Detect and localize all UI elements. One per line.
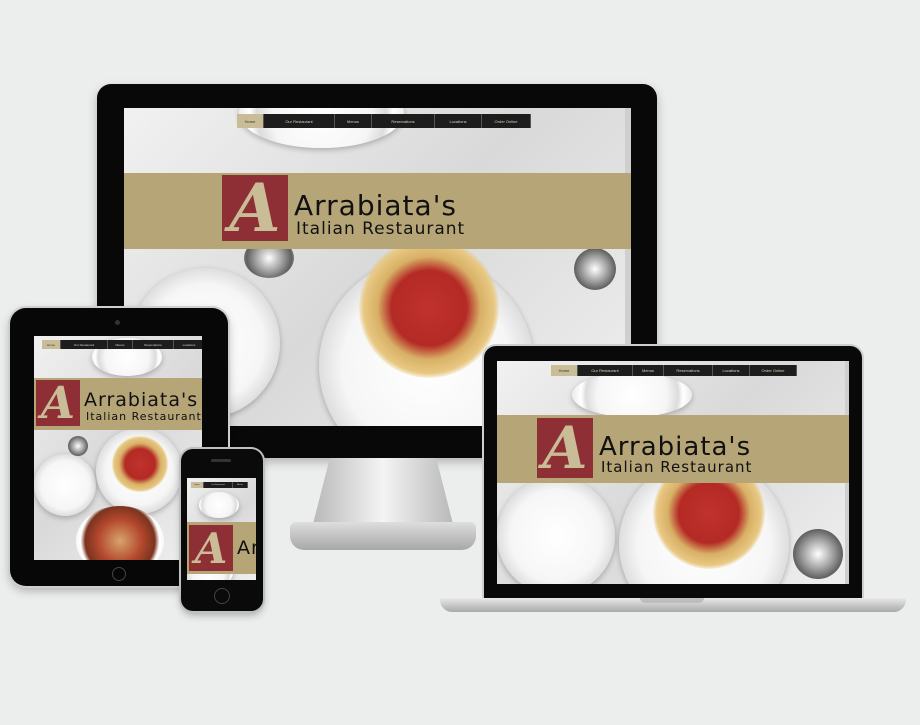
nav-item-our-restaurant[interactable]: Our Restaurant xyxy=(578,365,633,376)
nav-item-reservations[interactable]: Reservations xyxy=(133,340,174,349)
pasta-image xyxy=(112,436,168,492)
tablet-nav: Home Our Restaurant Menus Reservations L… xyxy=(42,340,202,349)
site-subtitle: Italian Restaurant xyxy=(86,410,202,423)
nav-item-order-online[interactable]: Order Online xyxy=(750,365,797,376)
nav-item-menus[interactable]: Menus xyxy=(335,114,372,128)
header-band: A Arrabiata's Italian Restaurant xyxy=(497,414,849,483)
header-band: A Arrabiata's xyxy=(187,522,256,574)
nav-item-locations[interactable]: Locations xyxy=(174,340,202,349)
site-title: Arrabiata's xyxy=(599,432,752,462)
nav-item-reservations[interactable]: Reservations xyxy=(664,365,713,376)
laptop-notch xyxy=(640,598,704,603)
nav-item-our-restaurant[interactable]: Our Restaurant xyxy=(61,340,108,349)
desktop-monitor-neck xyxy=(313,458,453,524)
header-band: A Arrabiata's Italian Restaurant xyxy=(124,169,631,249)
plate-image xyxy=(572,373,692,417)
laptop-screen: Home Our Restaurant Menus Reservations L… xyxy=(497,361,849,584)
spice-shaker-image xyxy=(793,529,843,579)
phone-home-button[interactable] xyxy=(214,588,230,604)
salt-shaker-image xyxy=(68,436,88,456)
nav-item-home[interactable]: Home xyxy=(42,340,61,349)
site-subtitle: Italian Restaurant xyxy=(296,219,466,239)
plate-image xyxy=(199,492,239,518)
site-subtitle: Italian Restaurant xyxy=(601,458,753,476)
site-title: Arrabiata's xyxy=(294,189,457,222)
logo-mark: A xyxy=(537,414,593,482)
logo-mark: A xyxy=(36,378,80,429)
nav-item-menus[interactable]: Menus xyxy=(633,365,664,376)
desktop-monitor-base xyxy=(290,522,476,550)
nav-item-our-restaurant[interactable]: Our Restaurant xyxy=(204,482,233,488)
phone-speaker xyxy=(211,459,231,462)
site-title: Arrabiata's xyxy=(84,389,199,411)
nav-item-locations[interactable]: Locations xyxy=(435,114,482,128)
nav-item-locations[interactable]: Locations xyxy=(713,365,750,376)
logo-mark: A xyxy=(189,524,233,573)
laptop-nav: Home Our Restaurant Menus Reservations L… xyxy=(551,365,797,376)
phone-screen: Home Our Restaurant Menus A Arrabiata's xyxy=(187,478,256,580)
header-band: A Arrabiata's Italian Restaurant xyxy=(34,378,202,430)
nav-item-order-online[interactable]: Order Online xyxy=(482,114,531,128)
nav-item-home[interactable]: Home xyxy=(191,482,204,488)
tablet-screen: Home Our Restaurant Menus Reservations L… xyxy=(34,336,202,560)
tablet-camera xyxy=(115,320,120,325)
nav-item-home[interactable]: Home xyxy=(237,114,264,128)
plate-image xyxy=(34,454,96,516)
main-nav: Home Our Restaurant Menus Reservations L… xyxy=(237,114,531,128)
salt-shaker-image xyxy=(574,248,616,290)
nav-item-home[interactable]: Home xyxy=(551,365,578,376)
nav-item-menus[interactable]: Menus xyxy=(233,482,248,488)
logo-mark: A xyxy=(222,169,288,247)
tablet-home-button[interactable] xyxy=(112,567,126,581)
phone-nav: Home Our Restaurant Menus xyxy=(191,482,248,488)
site-title: Arrabiata's xyxy=(237,537,256,559)
plate-image xyxy=(497,477,615,584)
nav-item-menus[interactable]: Menus xyxy=(108,340,133,349)
pasta-image xyxy=(359,238,499,378)
nav-item-our-restaurant[interactable]: Our Restaurant xyxy=(264,114,335,128)
nav-item-reservations[interactable]: Reservations xyxy=(372,114,435,128)
